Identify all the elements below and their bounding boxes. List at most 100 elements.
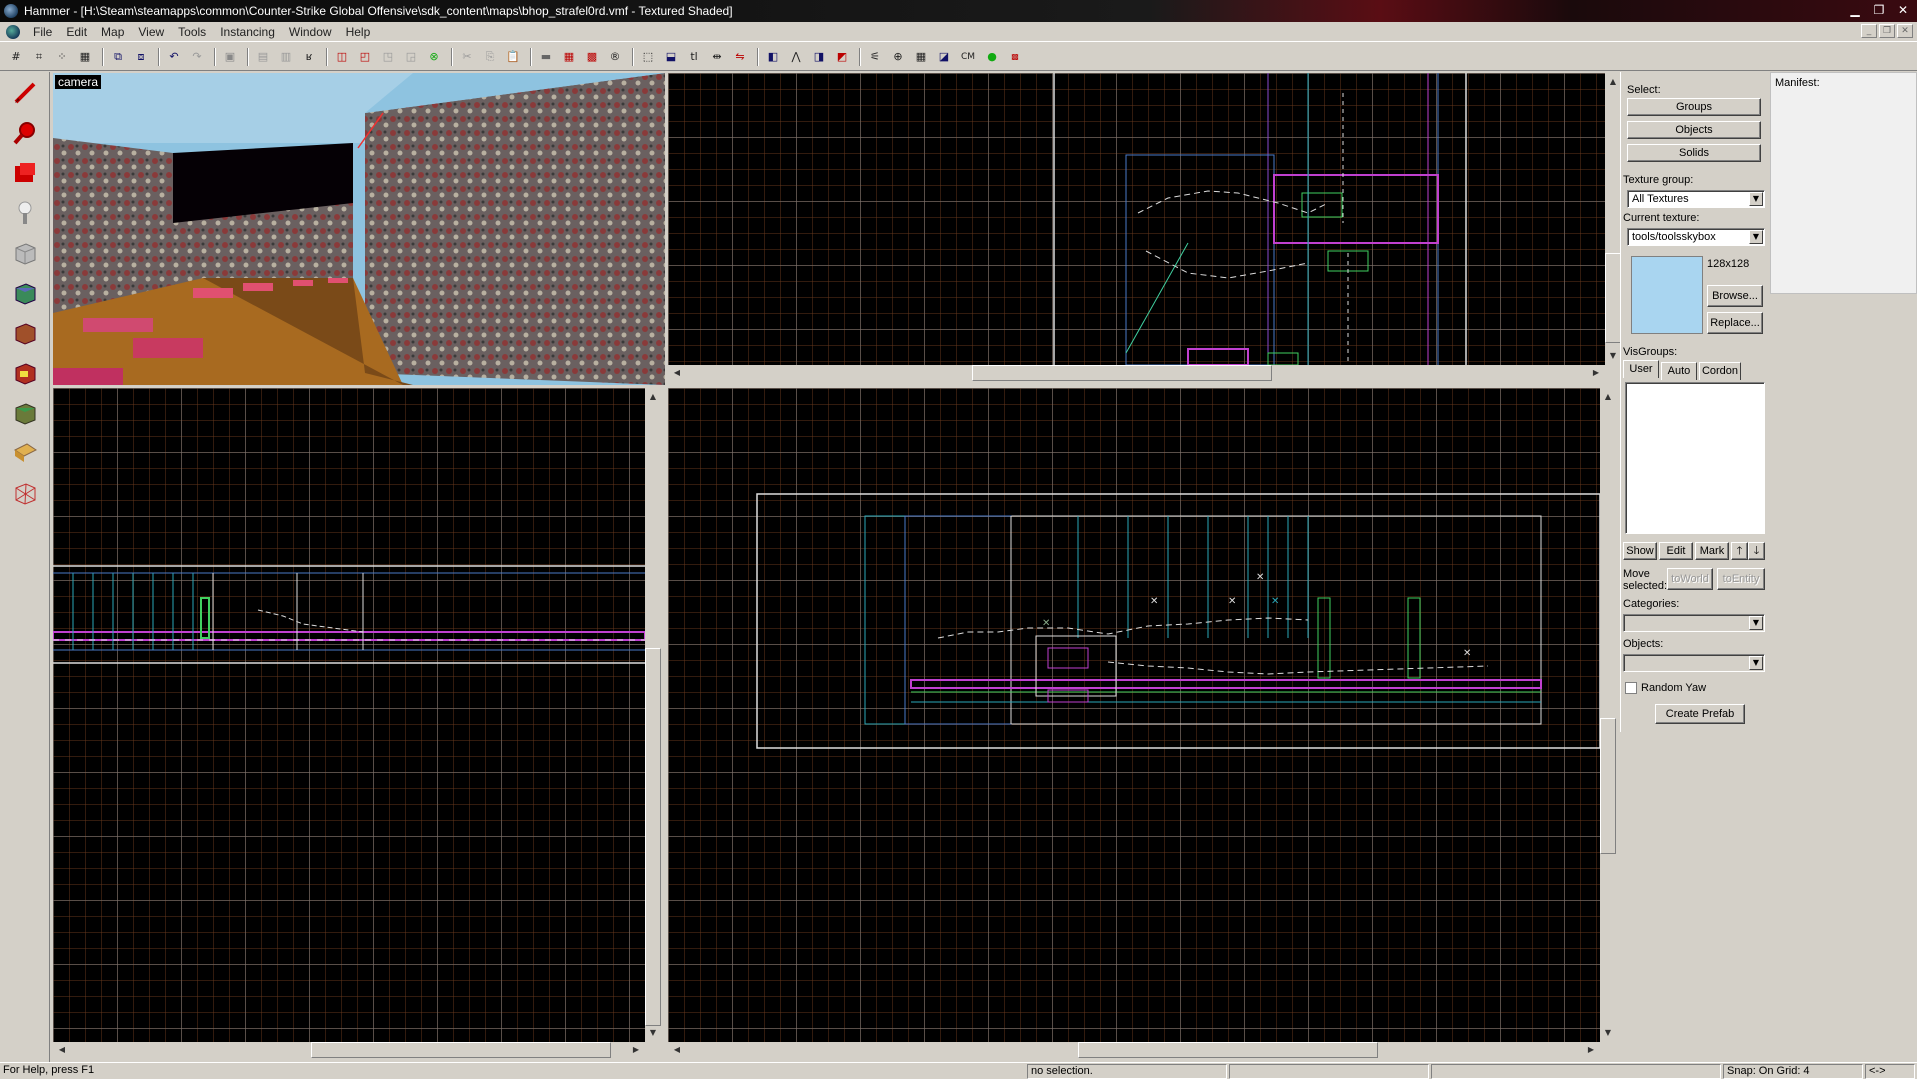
mdi-minimize-icon[interactable]: _ — [1861, 24, 1877, 38]
create-prefab-button[interactable]: Create Prefab — [1655, 704, 1745, 724]
menu-instancing[interactable]: Instancing — [213, 25, 282, 39]
tab-cordon[interactable]: Cordon — [1699, 362, 1741, 380]
ungroup-icon[interactable]: ⧈ — [131, 47, 151, 67]
texture-application-icon[interactable] — [5, 275, 45, 311]
move-down-icon[interactable]: 🡓 — [1748, 542, 1765, 560]
camera-tool-icon[interactable] — [5, 155, 45, 191]
redo-icon[interactable]: ↷ — [187, 47, 207, 67]
mdi-restore-icon[interactable]: ❐ — [1879, 24, 1895, 38]
top-viewport-vscroll[interactable]: ▲ ▼ — [1605, 73, 1621, 365]
scroll-left-icon[interactable]: ◀ — [670, 366, 684, 380]
quick-hide-icon[interactable]: ⊗ — [424, 47, 444, 67]
top-viewport-hscroll[interactable]: ◀ ▶ — [668, 365, 1605, 381]
apply-texture-icon[interactable] — [5, 315, 45, 351]
texture-lock-on-icon[interactable]: ▦ — [559, 47, 579, 67]
snap-icon[interactable]: ⚟ — [865, 47, 885, 67]
texture-lock-icon[interactable]: ▥ — [276, 47, 296, 67]
manifest-panel[interactable]: Manifest: — [1770, 72, 1917, 294]
menu-map[interactable]: Map — [94, 25, 131, 39]
scroll-thumb[interactable] — [311, 1042, 611, 1058]
to-world-button[interactable]: toWorld — [1667, 568, 1713, 590]
scroll-left-icon[interactable]: ◀ — [55, 1043, 69, 1057]
chevron-down-icon[interactable]: ▼ — [1749, 230, 1763, 244]
texture-group-select[interactable]: All Textures ▼ — [1627, 190, 1765, 208]
texture-bar-icon[interactable]: ▬ — [536, 47, 556, 67]
select-by-handles-icon[interactable]: ⬓ — [661, 47, 681, 67]
minimize-icon[interactable]: ▁ — [1845, 2, 1865, 18]
move-up-icon[interactable]: 🡑 — [1731, 542, 1748, 560]
front-viewport-hscroll[interactable]: ◀ ▶ — [668, 1042, 1600, 1058]
hide-unselected-icon[interactable]: ◳ — [378, 47, 398, 67]
scroll-up-icon[interactable]: ▲ — [1601, 390, 1615, 404]
mirror-icon[interactable]: ⇹ — [707, 47, 727, 67]
scroll-down-icon[interactable]: ▼ — [1606, 349, 1620, 363]
chevron-down-icon[interactable]: ▼ — [1749, 656, 1763, 670]
close-icon[interactable]: ✕ — [1893, 2, 1913, 18]
categories-select[interactable]: ▼ — [1623, 614, 1765, 632]
chevron-down-icon[interactable]: ▼ — [1749, 616, 1763, 630]
restore-icon[interactable]: ❐ — [1869, 2, 1889, 18]
tab-auto[interactable]: Auto — [1661, 362, 1697, 380]
flip-icon[interactable]: ⇋ — [730, 47, 750, 67]
undo-icon[interactable]: ↶ — [164, 47, 184, 67]
scroll-thumb[interactable] — [972, 365, 1272, 381]
toolbar-cm[interactable]: CM — [957, 47, 979, 67]
helper-toggle-icon[interactable]: ⋀ — [786, 47, 806, 67]
draw-toggle-icon[interactable]: ▩ — [1005, 47, 1025, 67]
current-texture-select[interactable]: tools/toolsskybox ▼ — [1627, 228, 1765, 246]
browse-button[interactable]: Browse... — [1707, 285, 1763, 307]
cordon-icon[interactable]: ◫ — [332, 47, 352, 67]
edit-button[interactable]: Edit — [1659, 542, 1693, 560]
menu-tools[interactable]: Tools — [171, 25, 213, 39]
scroll-left-icon[interactable]: ◀ — [670, 1043, 684, 1057]
groups-button[interactable]: Groups — [1627, 98, 1761, 116]
texture-scale-lock-icon[interactable]: ▩ — [582, 47, 602, 67]
smaller-grid-icon[interactable]: ▦ — [75, 47, 95, 67]
scroll-right-icon[interactable]: ▶ — [1584, 1043, 1598, 1057]
block-tool-icon[interactable] — [5, 235, 45, 271]
side-viewport-hscroll[interactable]: ◀ ▶ — [53, 1042, 645, 1058]
draw-wireframe-icon[interactable]: ◧ — [763, 47, 783, 67]
radius-culling-icon[interactable]: ® — [605, 47, 625, 67]
top-2d-viewport[interactable] — [668, 73, 1605, 365]
clip-tool-icon[interactable] — [5, 435, 45, 471]
menu-file[interactable]: File — [26, 25, 59, 39]
side-2d-viewport[interactable] — [53, 388, 645, 1042]
dotted-grid-icon[interactable]: ⁘ — [52, 47, 72, 67]
front-viewport-vscroll[interactable]: ▲ ▼ — [1600, 388, 1616, 1042]
scroll-up-icon[interactable]: ▲ — [646, 390, 660, 404]
scroll-down-icon[interactable]: ▼ — [646, 1026, 660, 1040]
paste-icon[interactable]: 📋 — [503, 47, 523, 67]
copy-icon[interactable]: ⎘ — [480, 47, 500, 67]
show-hidden-icon[interactable]: ◲ — [401, 47, 421, 67]
to-entity-button[interactable]: toEntity — [1717, 568, 1765, 590]
solids-button[interactable]: Solids — [1627, 144, 1761, 162]
menu-window[interactable]: Window — [282, 25, 339, 39]
random-yaw-checkbox[interactable] — [1625, 682, 1637, 694]
tab-user[interactable]: User — [1623, 360, 1659, 378]
magnify-tool-icon[interactable] — [5, 115, 45, 151]
scroll-thumb[interactable] — [1078, 1042, 1378, 1058]
scroll-thumb[interactable] — [1605, 253, 1621, 343]
replace-button[interactable]: Replace... — [1707, 312, 1763, 334]
scroll-down-icon[interactable]: ▼ — [1601, 1026, 1615, 1040]
selection-tool-icon[interactable] — [5, 75, 45, 111]
show-button[interactable]: Show — [1623, 542, 1657, 560]
grid-toggle-icon[interactable]: # — [6, 47, 26, 67]
mark-button[interactable]: Mark — [1695, 542, 1729, 560]
texture-tool-icon[interactable]: tl — [684, 47, 704, 67]
grid-3d-icon[interactable]: ⌗ — [29, 47, 49, 67]
menu-help[interactable]: Help — [339, 25, 378, 39]
menu-edit[interactable]: Edit — [59, 25, 94, 39]
mdi-close-icon[interactable]: ✕ — [1897, 24, 1913, 38]
objects-select[interactable]: ▼ — [1623, 654, 1765, 672]
hollow-icon[interactable]: ▤ — [253, 47, 273, 67]
selection-mode-icon[interactable]: ⬚ — [638, 47, 658, 67]
document-icon[interactable] — [6, 24, 20, 39]
decal-tool-icon[interactable] — [5, 355, 45, 391]
hide-selected-icon[interactable]: ◰ — [355, 47, 375, 67]
scroll-thumb[interactable] — [1600, 718, 1616, 854]
model-toggle-icon[interactable]: ◨ — [809, 47, 829, 67]
hide-icon[interactable]: ʁ — [299, 47, 319, 67]
camera-viewport[interactable]: camera — [53, 73, 665, 385]
